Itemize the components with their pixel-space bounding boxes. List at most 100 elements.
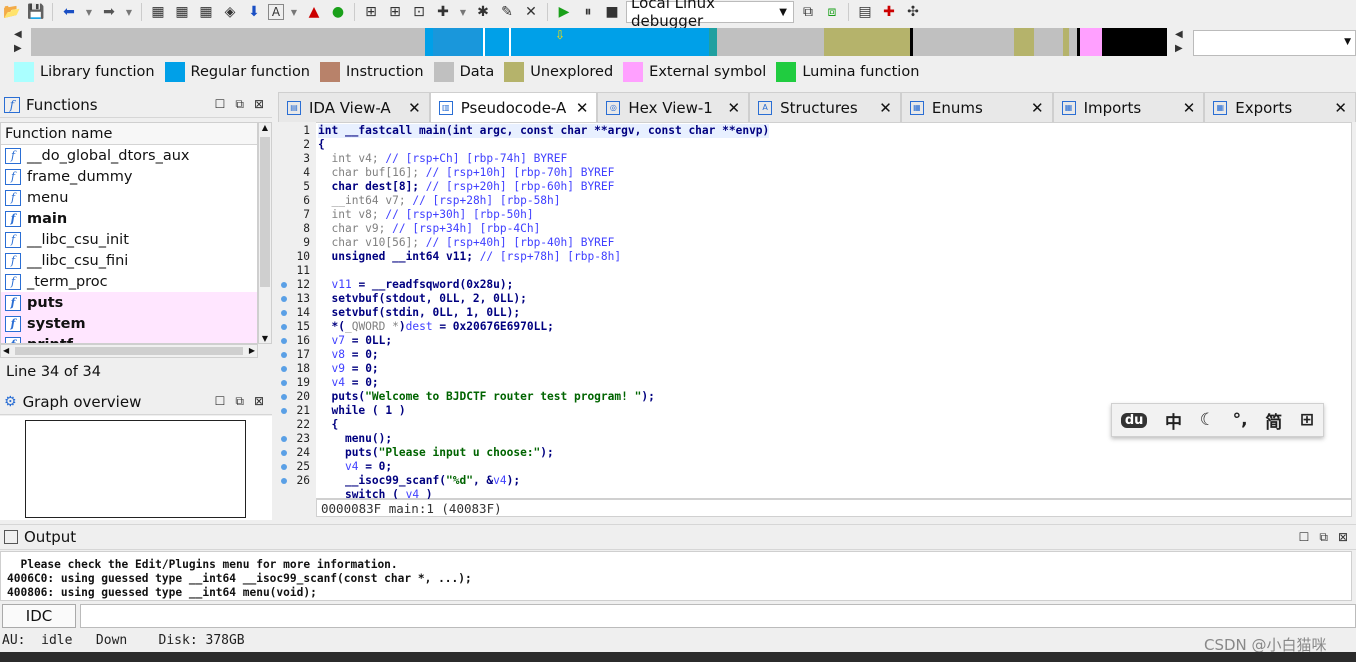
stamp-icon[interactable]: ◈ <box>220 2 240 22</box>
float-icon[interactable]: ⧉ <box>1319 530 1328 545</box>
breakpoint-dot-icon[interactable] <box>281 338 287 344</box>
chevron-down-icon[interactable]: ▼ <box>288 2 300 22</box>
float-icon[interactable]: ⧉ <box>235 97 244 112</box>
breakpoint-dot-icon[interactable] <box>281 310 287 316</box>
breakpoint-dot-icon[interactable] <box>281 380 287 386</box>
code-line[interactable]: int v8; // [rsp+30h] [rbp-50h] <box>318 208 533 222</box>
chevron-down-icon[interactable]: ▼ <box>83 2 95 22</box>
breakpoint-dot-icon[interactable] <box>281 436 287 442</box>
close-icon[interactable]: ⊠ <box>254 394 264 409</box>
save-icon[interactable]: 💾 <box>26 2 46 22</box>
function-row[interactable]: f frame_dummy <box>1 166 257 187</box>
breakpoint-list-icon[interactable]: ▤ <box>855 2 875 22</box>
attach-icon[interactable]: ⧉ <box>798 2 818 22</box>
tab-close-icon[interactable]: ✕ <box>576 99 589 117</box>
column-header-function-name[interactable]: Function name <box>1 123 257 145</box>
float-icon[interactable]: ⧉ <box>235 394 244 409</box>
code-line[interactable]: while ( 1 ) <box>318 404 405 418</box>
tab-close-icon[interactable]: ✕ <box>1334 99 1347 117</box>
warning-icon[interactable]: ▲ <box>304 2 324 22</box>
function-list-horizontal-scrollbar[interactable]: ◀ ▶ <box>0 344 258 358</box>
scroll-up-icon[interactable]: ▲ <box>259 123 271 132</box>
tab-enums[interactable]: ▦ Enums ✕ <box>900 92 1053 122</box>
plugin-icon[interactable]: ✱ <box>473 2 493 22</box>
code-line[interactable]: v7 = 0LL; <box>318 334 392 348</box>
function-row[interactable]: f __libc_csu_init <box>1 229 257 250</box>
code-line[interactable]: __isoc99_scanf("%d", &v4); <box>318 474 520 488</box>
code-icon[interactable]: ⊞ <box>361 2 381 22</box>
forward-arrow-icon[interactable]: ➡ <box>99 2 119 22</box>
pause-icon[interactable]: ⏸ <box>578 2 598 22</box>
breakpoint-dot-icon[interactable] <box>281 478 287 484</box>
tab-exports[interactable]: ▦ Exports ✕ <box>1204 92 1356 122</box>
ime-button[interactable]: 简 <box>1265 408 1282 433</box>
code-line[interactable]: v4 = 0; <box>318 376 378 390</box>
close-icon[interactable]: ⊠ <box>254 97 264 112</box>
chevron-down-icon[interactable]: ▼ <box>457 2 469 22</box>
function-list-vertical-scrollbar[interactable]: ▲ ▼ <box>258 122 272 344</box>
ime-button[interactable]: du <box>1120 412 1148 428</box>
maximize-icon[interactable]: ☐ <box>1299 530 1310 545</box>
code-line[interactable]: puts("Please input u choose:"); <box>318 446 554 460</box>
code-line[interactable]: char dest[8]; // [rsp+20h] [rbp-60h] BYR… <box>318 180 614 194</box>
chevron-down-icon[interactable]: ▼ <box>123 2 135 22</box>
output-log[interactable]: Please check the Edit/Plugins menu for m… <box>0 551 1352 601</box>
tab-pseudocode-a[interactable]: ▥ Pseudocode-A ✕ <box>429 92 598 122</box>
code-line[interactable]: setvbuf(stdin, 0LL, 1, 0LL); <box>318 306 520 320</box>
code-line[interactable]: { <box>318 138 325 152</box>
breakpoint-dot-icon[interactable] <box>281 450 287 456</box>
breakpoint-dot-icon[interactable] <box>281 352 287 358</box>
tab-close-icon[interactable]: ✕ <box>1031 99 1044 117</box>
breakpoint-dot-icon[interactable] <box>281 464 287 470</box>
ime-button[interactable]: ⊞ <box>1300 410 1314 430</box>
scroll-right-icon[interactable]: ▶ <box>249 346 255 355</box>
scroll-left-icon[interactable]: ◀ <box>3 346 9 355</box>
scroll-thumb[interactable] <box>260 137 270 287</box>
tab-hex-view-1[interactable]: ◎ Hex View-1 ✕ <box>597 92 750 122</box>
code-line[interactable]: setvbuf(stdout, 0LL, 2, 0LL); <box>318 292 526 306</box>
code-line[interactable]: v9 = 0; <box>318 362 378 376</box>
code-line[interactable]: { <box>318 418 338 432</box>
tab-structures[interactable]: A Structures ✕ <box>749 92 901 122</box>
jump-down-icon[interactable]: ⬇ <box>244 2 264 22</box>
ime-button[interactable]: °, <box>1233 410 1248 430</box>
function-row[interactable]: f main <box>1 208 257 229</box>
ime-button[interactable]: 中 <box>1165 408 1182 433</box>
code-line[interactable]: char buf[16]; // [rsp+10h] [rbp-70h] BYR… <box>318 166 614 180</box>
nav-dropdown[interactable]: ▼ <box>1193 30 1356 56</box>
graph-overview-viewport[interactable] <box>25 420 246 518</box>
breakpoint-dot-icon[interactable] <box>281 394 287 400</box>
tab-imports[interactable]: ▦ Imports ✕ <box>1052 92 1205 122</box>
breakpoint-dot-icon[interactable] <box>281 366 287 372</box>
code-line[interactable]: switch ( v4 ) <box>318 488 433 499</box>
text-icon[interactable]: A <box>268 4 284 20</box>
code-line[interactable]: int v4; // [rsp+Ch] [rbp-74h] BYREF <box>318 152 567 166</box>
function-row[interactable]: f menu <box>1 187 257 208</box>
struct-icon[interactable]: ⊡ <box>409 2 429 22</box>
plus-icon[interactable]: ✚ <box>433 2 453 22</box>
scroll-down-icon[interactable]: ▼ <box>259 334 271 343</box>
code-line[interactable]: *(_QWORD *)dest = 0x20676E6970LL; <box>318 320 553 334</box>
breakpoint-dot-icon[interactable] <box>281 408 287 414</box>
code-line[interactable]: int __fastcall main(int argc, const char… <box>318 124 770 138</box>
code-line[interactable]: __int64 v7; // [rsp+28h] [rbp-58h] <box>318 194 560 208</box>
play-icon[interactable]: ▶ <box>554 2 574 22</box>
function-row[interactable]: f _term_proc <box>1 271 257 292</box>
tab-ida-view-a[interactable]: ▤ IDA View-A ✕ <box>278 92 430 122</box>
maximize-icon[interactable]: ☐ <box>215 394 226 409</box>
binary-icon[interactable]: ▦ <box>196 2 216 22</box>
code-line[interactable]: v4 = 0; <box>318 460 392 474</box>
breakpoint-dot-icon[interactable] <box>281 324 287 330</box>
stop-icon[interactable]: ■ <box>602 2 622 22</box>
ime-toolbar[interactable]: du 中 ☾ °, 简 ⊞ <box>1111 403 1324 437</box>
breakpoint-dot-icon[interactable] <box>281 282 287 288</box>
maximize-icon[interactable]: ☐ <box>215 97 226 112</box>
code-line[interactable]: menu(); <box>318 432 392 446</box>
edit-icon[interactable]: ✎ <box>497 2 517 22</box>
function-list[interactable]: Function name f __do_global_dtors_aux f fra… <box>0 122 258 344</box>
close-x-icon[interactable]: ✕ <box>521 2 541 22</box>
code-line[interactable]: v8 = 0; <box>318 348 378 362</box>
nav-right-arrow-icon[interactable]: ◀ ▶ <box>1175 28 1183 56</box>
binary-icon[interactable]: ▦ <box>172 2 192 22</box>
function-row[interactable]: f puts <box>1 292 257 313</box>
